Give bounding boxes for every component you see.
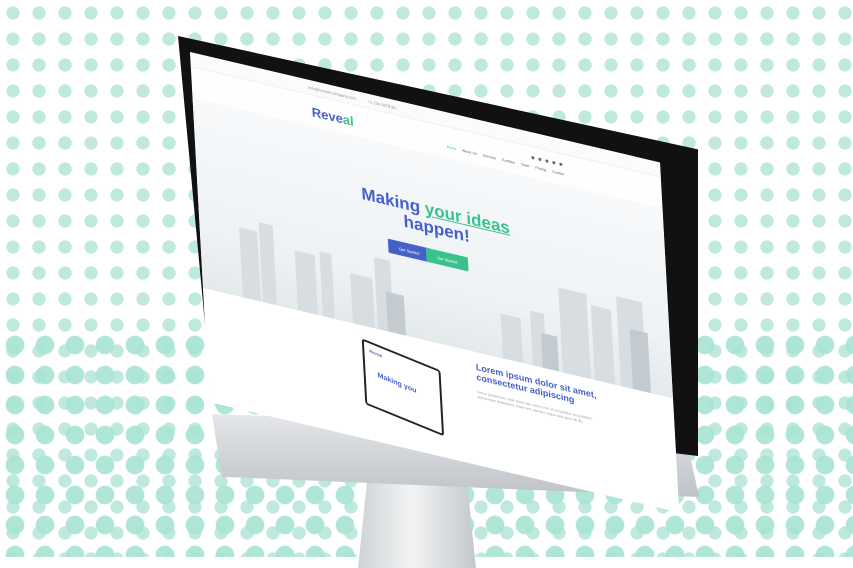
menu-item-contact[interactable]: Contact xyxy=(552,170,564,177)
menu-item-services[interactable]: Services xyxy=(483,153,497,160)
linkedin-icon[interactable] xyxy=(559,162,563,167)
laptop-mini-logo: Reveal xyxy=(369,348,383,359)
monitor-screen-wrapper: info@reveal-company.com +1 234 5678 90 R… xyxy=(0,0,853,557)
menu-item-pricing[interactable]: Pricing xyxy=(535,166,546,173)
laptop-mockup-image: Reveal Making you xyxy=(361,338,445,437)
twitter-icon[interactable] xyxy=(531,155,535,160)
menu-item-about[interactable]: About Us xyxy=(462,149,477,156)
menu-item-team[interactable]: Team xyxy=(521,162,530,168)
facebook-icon[interactable] xyxy=(538,157,542,162)
menu-item-home[interactable]: Home xyxy=(447,145,457,151)
google-plus-icon[interactable] xyxy=(552,160,556,165)
headline-part1: Making xyxy=(360,183,421,217)
instagram-icon[interactable] xyxy=(545,159,549,163)
laptop-mini-headline: Making you xyxy=(377,372,417,395)
logo-text-accent: al xyxy=(342,111,355,130)
site-logo[interactable]: Reveal xyxy=(311,104,354,129)
menu-item-portfolio[interactable]: Portfolio xyxy=(502,158,515,165)
website-screen: info@reveal-company.com +1 234 5678 90 R… xyxy=(190,52,680,513)
logo-text-main: Reve xyxy=(311,104,344,127)
social-links xyxy=(531,155,563,167)
